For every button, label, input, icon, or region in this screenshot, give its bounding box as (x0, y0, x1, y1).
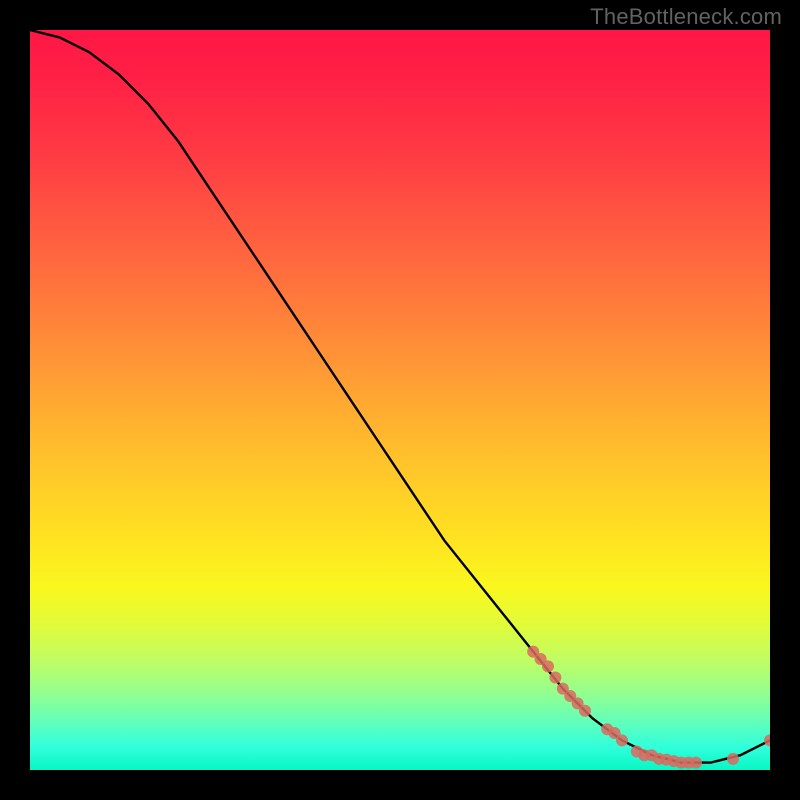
watermark-text: TheBottleneck.com (590, 4, 782, 30)
chart-canvas (30, 30, 770, 770)
marker-point (727, 753, 739, 765)
marker-point (690, 757, 702, 769)
chart-svg (30, 30, 770, 770)
marker-point (549, 672, 561, 684)
curve-markers (527, 646, 770, 769)
marker-point (579, 705, 591, 717)
marker-point (542, 660, 554, 672)
marker-point (616, 734, 628, 746)
marker-point (764, 734, 770, 746)
bottleneck-curve (30, 30, 770, 763)
